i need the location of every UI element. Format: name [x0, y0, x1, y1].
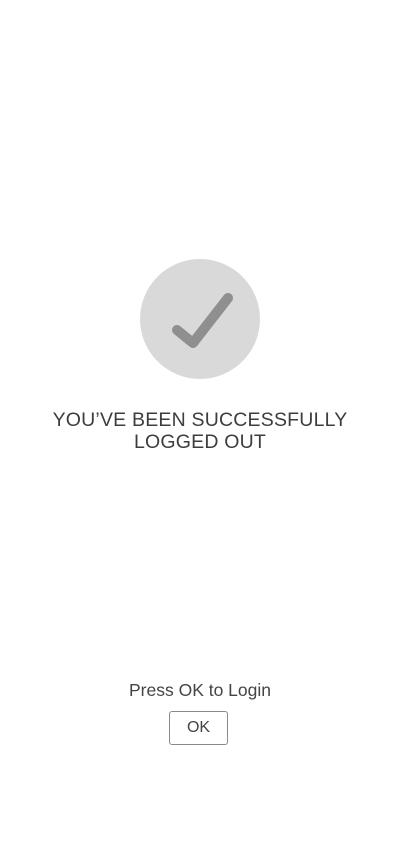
logout-message-line1: YOU’VE BEEN SUCCESSFULLY [52, 409, 348, 431]
checkmark-icon [140, 259, 260, 379]
logout-message-line2: LOGGED OUT [133, 431, 267, 453]
success-badge [140, 259, 260, 379]
login-prompt: Press OK to Login [128, 680, 272, 700]
logout-screen: YOU’VE BEEN SUCCESSFULLY LOGGED OUT Pres… [0, 0, 400, 852]
ok-button[interactable]: OK [169, 711, 228, 745]
logout-message: YOU’VE BEEN SUCCESSFULLY LOGGED OUT [20, 409, 380, 453]
